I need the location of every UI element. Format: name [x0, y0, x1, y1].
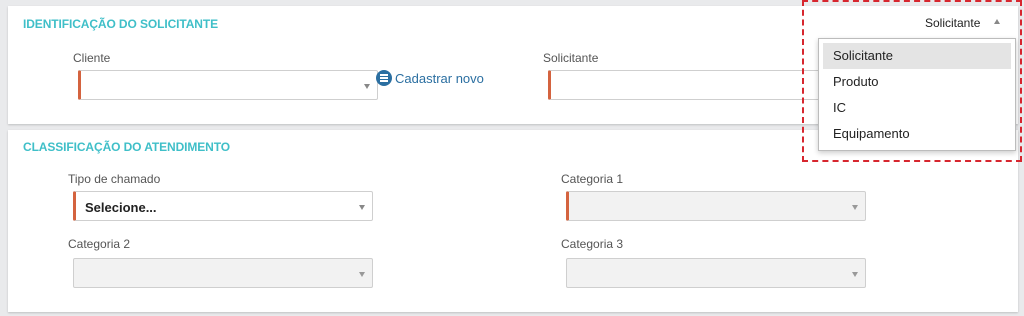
dropdown-option-ic[interactable]: IC — [823, 95, 1011, 121]
dropdown-option-equipamento[interactable]: Equipamento — [823, 121, 1011, 147]
tipo-chamado-label: Tipo de chamado — [68, 172, 161, 186]
list-circle-icon — [376, 70, 392, 86]
cliente-select[interactable] — [78, 70, 378, 100]
chevron-up-icon[interactable] — [994, 19, 1000, 24]
chevron-down-icon — [364, 84, 370, 89]
identificacao-title: IDENTIFICAÇÃO DO SOLICITANTE — [23, 17, 218, 31]
tipo-chamado-value: Selecione... — [85, 200, 157, 215]
cadastrar-novo-label: Cadastrar novo — [395, 70, 484, 86]
classificacao-title: CLASSIFICAÇÃO DO ATENDIMENTO — [23, 140, 230, 154]
categoria1-select[interactable] — [566, 191, 866, 221]
dropdown-option-produto[interactable]: Produto — [823, 69, 1011, 95]
chevron-down-icon — [852, 205, 858, 210]
categoria3-select[interactable] — [566, 258, 866, 288]
chevron-down-icon — [852, 272, 858, 277]
solicitante-label: Solicitante — [543, 51, 599, 65]
solicitante-select[interactable] — [548, 70, 838, 100]
categoria1-label: Categoria 1 — [561, 172, 624, 186]
tipo-chamado-select[interactable]: Selecione... — [73, 191, 373, 221]
cadastrar-novo-link[interactable]: Cadastrar novo — [376, 70, 484, 86]
cliente-label: Cliente — [73, 51, 111, 65]
chevron-down-icon — [359, 272, 365, 277]
dropdown-option-solicitante[interactable]: Solicitante — [823, 43, 1011, 69]
categoria2-label: Categoria 2 — [68, 237, 131, 251]
type-dropdown-menu: Solicitante Produto IC Equipamento — [818, 38, 1016, 151]
categoria2-select[interactable] — [73, 258, 373, 288]
categoria3-label: Categoria 3 — [561, 237, 624, 251]
chevron-down-icon — [359, 205, 365, 210]
type-dropdown-toggle[interactable]: Solicitante — [925, 16, 980, 30]
